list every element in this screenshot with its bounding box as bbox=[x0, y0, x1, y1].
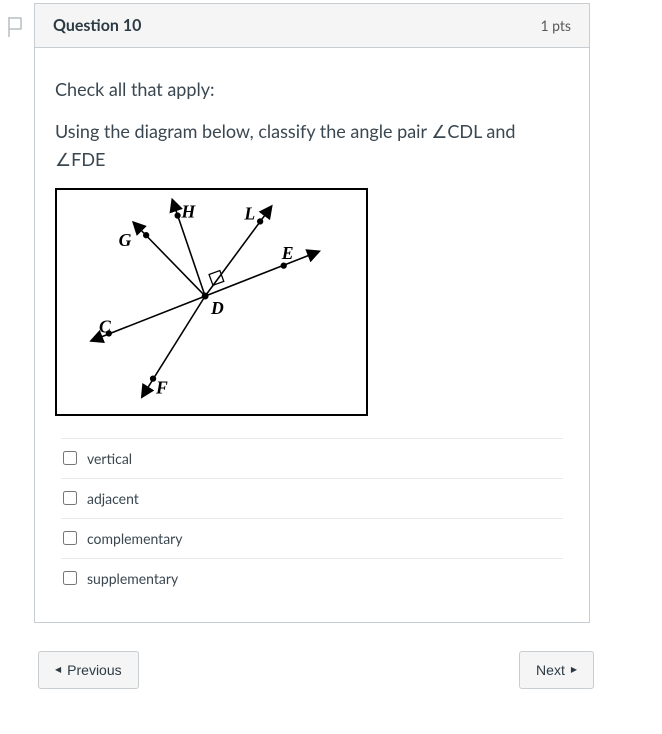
answer-option[interactable]: vertical bbox=[61, 438, 563, 478]
angle-diagram: G H L E D C F bbox=[55, 188, 368, 416]
checkbox-vertical[interactable] bbox=[63, 451, 77, 465]
question-points: 1 pts bbox=[540, 17, 571, 34]
label-d: D bbox=[210, 297, 224, 317]
chevron-left-icon: ◀ bbox=[55, 665, 61, 674]
prompt-and: and bbox=[482, 120, 516, 142]
label-c: C bbox=[99, 316, 111, 336]
answer-option[interactable]: adjacent bbox=[61, 478, 563, 518]
answer-list: vertical adjacent complementary suppleme… bbox=[55, 438, 569, 622]
answer-option[interactable]: complementary bbox=[61, 518, 563, 558]
question-card: Question 10 1 pts Check all that apply: … bbox=[34, 3, 590, 623]
label-g: G bbox=[119, 230, 132, 250]
angle-cdl: ∠CDL bbox=[431, 120, 482, 142]
option-label: complementary bbox=[87, 530, 182, 547]
option-label: vertical bbox=[87, 450, 132, 467]
prompt-prefix: Using the diagram below, classify the an… bbox=[55, 120, 431, 142]
label-l: L bbox=[243, 203, 255, 223]
prompt-line1: Check all that apply: bbox=[55, 76, 569, 104]
checkbox-complementary[interactable] bbox=[63, 531, 77, 545]
question-header: Question 10 1 pts bbox=[35, 4, 589, 48]
option-label: supplementary bbox=[87, 570, 178, 587]
label-f: F bbox=[155, 377, 168, 397]
next-label: Next bbox=[536, 662, 565, 678]
checkbox-adjacent[interactable] bbox=[63, 491, 77, 505]
question-title: Question 10 bbox=[53, 16, 141, 35]
nav-row: ◀ Previous Next ▶ bbox=[38, 651, 594, 693]
option-label: adjacent bbox=[87, 490, 139, 507]
question-body: Check all that apply: Using the diagram … bbox=[35, 48, 589, 622]
label-h: H bbox=[181, 201, 197, 221]
chevron-right-icon: ▶ bbox=[571, 665, 577, 674]
angle-fde: ∠FDE bbox=[55, 148, 105, 170]
checkbox-supplementary[interactable] bbox=[63, 571, 77, 585]
previous-button[interactable]: ◀ Previous bbox=[38, 651, 139, 689]
label-e: E bbox=[281, 242, 294, 262]
flag-icon[interactable] bbox=[6, 15, 26, 39]
prompt-line2: Using the diagram below, classify the an… bbox=[55, 118, 569, 174]
previous-label: Previous bbox=[67, 662, 121, 678]
answer-option[interactable]: supplementary bbox=[61, 558, 563, 598]
next-button[interactable]: Next ▶ bbox=[519, 651, 594, 689]
